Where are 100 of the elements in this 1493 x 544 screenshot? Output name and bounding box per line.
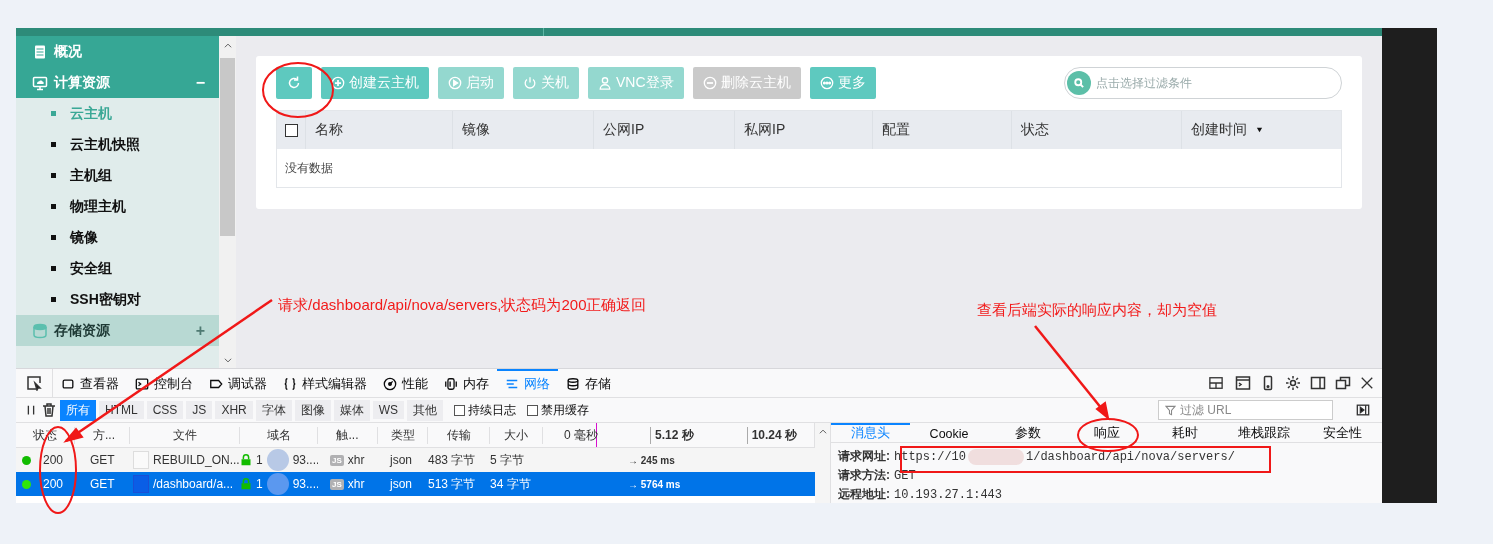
devtools-tab[interactable]: 存储	[558, 369, 619, 397]
settings-icon[interactable]	[1285, 375, 1301, 391]
type-text: json	[390, 453, 412, 467]
transfer-size: 483 字节	[428, 451, 476, 469]
monitor-icon	[32, 74, 48, 91]
domain-text: 93....	[292, 477, 318, 491]
domain-text: 93....	[292, 453, 318, 467]
cause-text: xhr	[347, 453, 365, 467]
devtools-tab[interactable]: 性能	[375, 369, 436, 397]
column-header[interactable]: 方...	[93, 426, 115, 444]
request-row[interactable]: 200 GET /dashboard/a... 1 93.... JS xhr json 513 字节 34 字节 → 5764 ms	[16, 472, 815, 496]
devtools-tab[interactable]: 网络	[497, 369, 558, 397]
checkbox[interactable]	[285, 123, 298, 137]
sidebar-item[interactable]: 云主机快照	[16, 129, 219, 160]
checkbox[interactable]	[527, 404, 539, 416]
sidebar-item[interactable]: 安全组	[16, 253, 219, 284]
file-icon	[133, 451, 149, 469]
scroll-down-icon[interactable]	[222, 355, 233, 365]
details-tab[interactable]: 堆栈跟踪	[1224, 423, 1304, 442]
size-text: 34 字节	[490, 475, 531, 493]
bullet-icon	[51, 142, 56, 147]
devtools-tab[interactable]: 样式编辑器	[275, 369, 375, 397]
sidebar-label: 存储资源	[54, 321, 111, 340]
circle-mark	[262, 62, 334, 118]
circle-mark	[1077, 418, 1139, 452]
column-header[interactable]: 状态	[1012, 111, 1182, 149]
checkbox[interactable]	[454, 404, 466, 416]
column-header[interactable]: 配置	[873, 111, 1012, 149]
sidebar-item[interactable]: 物理主机	[16, 191, 219, 222]
column-header[interactable]: 名称	[306, 111, 453, 149]
sidebar-label: 概况	[54, 42, 83, 61]
sidebar-label: 物理主机	[70, 197, 126, 216]
filter-button[interactable]: 其他	[407, 399, 444, 421]
details-tab[interactable]: 参数	[988, 423, 1068, 442]
filter-button[interactable]: 图像	[294, 399, 331, 421]
column-header[interactable]: 镜像	[453, 111, 594, 149]
field-label: 请求网址:	[838, 448, 890, 465]
element-picker-icon[interactable]	[26, 375, 42, 391]
column-header[interactable]: 公网IP	[594, 111, 735, 149]
filter-button[interactable]: JS	[186, 401, 213, 419]
sidebar-item[interactable]: 镜像	[16, 222, 219, 253]
annotation-text: 请求/dashboard/api/nova/servers,状态码为200正确返回	[278, 296, 647, 315]
search-icon	[1067, 71, 1091, 95]
panel-toggle-icon[interactable]	[1356, 403, 1370, 417]
console-window-icon[interactable]	[1235, 375, 1251, 391]
column-header[interactable]: 私网IP	[735, 111, 873, 149]
close-icon[interactable]	[1360, 376, 1374, 390]
devtools-tab[interactable]: 查看器	[53, 369, 127, 397]
scroll-up-icon[interactable]	[222, 41, 233, 51]
filter-url-field[interactable]: 过滤 URL	[1158, 400, 1333, 420]
terminal-icon	[135, 377, 149, 391]
sidebar-label: 主机组	[70, 166, 112, 185]
sidebar-item[interactable]: 主机组	[16, 160, 219, 191]
play-circle-icon	[448, 76, 462, 90]
domain-text: 1	[256, 477, 263, 491]
status-dot	[22, 455, 31, 465]
document-icon	[32, 43, 48, 60]
sidebar-label: 安全组	[70, 259, 112, 278]
column-header[interactable]: 创建时间	[1182, 111, 1341, 149]
method-text: GET	[90, 453, 115, 467]
filter-button[interactable]: 字体	[255, 399, 292, 421]
devtools-tab[interactable]: 调试器	[201, 369, 275, 397]
bullet-icon	[51, 111, 56, 116]
scroll-up-icon[interactable]	[817, 427, 828, 437]
details-tab[interactable]: 安全性	[1303, 423, 1383, 442]
blur-mark	[968, 448, 1024, 465]
sidebar-section[interactable]: 存储资源 +	[16, 315, 219, 346]
toggle-sign: +	[195, 322, 205, 339]
details-tab[interactable]: 耗时	[1145, 423, 1225, 442]
checkbox-label: 禁用缓存	[541, 401, 590, 419]
details-tab[interactable]: 消息头	[831, 423, 910, 442]
filter-button[interactable]: 所有	[60, 399, 96, 421]
cylinder-icon	[566, 377, 580, 391]
request-row[interactable]: 200 GET REBUILD_ON... 1 93.... JS xhr json 483 字节 5 字节 → 245 ms	[16, 448, 815, 472]
column-header[interactable]: 域名	[266, 426, 291, 444]
column-header[interactable]: 类型	[390, 426, 415, 444]
layout-icon[interactable]	[1206, 376, 1226, 390]
devtools-tab[interactable]: 内存	[436, 369, 497, 397]
sidebar-icon[interactable]	[1310, 375, 1326, 391]
size-text: 5 字节	[490, 451, 524, 469]
filter-button[interactable]: WS	[372, 401, 405, 419]
column-header[interactable]: 传输	[446, 426, 471, 444]
column-header[interactable]: 文件	[172, 426, 197, 444]
refresh-icon	[286, 75, 302, 91]
column-header[interactable]: 触...	[336, 426, 359, 444]
timeline-tick: 5.12 秒	[649, 426, 694, 444]
lines-icon	[505, 377, 519, 391]
field-label: 远程地址:	[838, 486, 890, 503]
trash-icon[interactable]	[41, 402, 57, 418]
scrollbar-thumb[interactable]	[220, 58, 235, 236]
filter-button[interactable]: 媒体	[333, 399, 370, 421]
column-header[interactable]: 大小	[504, 426, 528, 444]
sidebar-item[interactable]: SSH密钥对	[16, 284, 219, 315]
windows-icon[interactable]	[1335, 375, 1351, 391]
filter-button[interactable]: CSS	[146, 401, 184, 419]
placeholder-text: 过滤 URL	[1180, 401, 1232, 419]
details-tab[interactable]: 响应	[1067, 423, 1146, 442]
details-tab[interactable]: Cookie	[909, 423, 989, 442]
filter-button[interactable]: XHR	[215, 401, 253, 419]
sidebar-label: 计算资源	[54, 73, 111, 92]
